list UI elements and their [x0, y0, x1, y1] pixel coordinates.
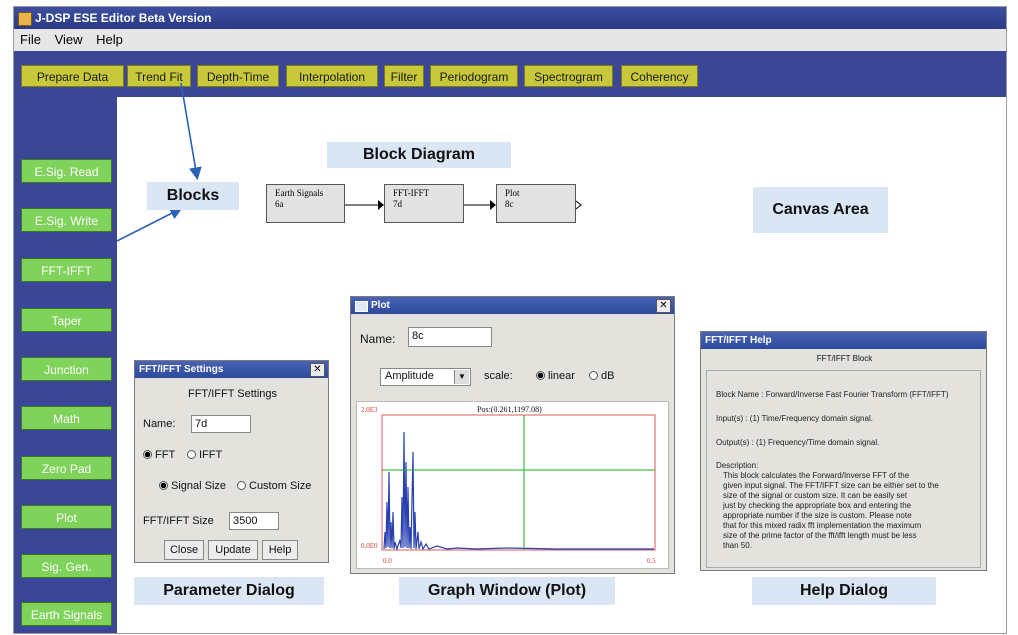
chevron-down-icon: ▼	[454, 370, 469, 384]
custom-size-radio[interactable]: Custom Size	[237, 480, 311, 492]
radio-unselected-icon	[589, 371, 598, 380]
plot-window-title: Plot	[371, 300, 390, 311]
help-inputs: Input(s) : (1) Time/Frequency domain sig…	[716, 414, 873, 423]
fft-radio-label: FFT	[155, 449, 176, 461]
help-description-line: This block calculates the Forward/Invers…	[723, 471, 910, 480]
help-content: Block Name : Forward/Inverse Fast Fourie…	[706, 370, 981, 568]
radio-selected-icon	[159, 481, 168, 490]
update-button[interactable]: Update	[208, 540, 258, 560]
signal-size-radio[interactable]: Signal Size	[159, 480, 226, 492]
dialog-title: FFT/IFFT Settings	[135, 361, 328, 378]
plot-window: Plot ✕ Name: 8c Amplitude ▼ scale: linea…	[350, 296, 675, 574]
size-label: FFT/IFFT Size	[143, 515, 214, 527]
radio-selected-icon	[536, 371, 545, 380]
signal-size-label: Signal Size	[171, 480, 227, 492]
fft-radio[interactable]: FFT	[143, 449, 175, 461]
help-description-line: that for this mixed radix fft implementa…	[723, 521, 922, 530]
help-outputs: Output(s) : (1) Frequency/Time domain si…	[716, 438, 880, 447]
plot-name-label: Name:	[360, 332, 396, 346]
name-input[interactable]: 7d	[191, 415, 251, 433]
db-radio[interactable]: dB	[589, 370, 614, 382]
close-icon[interactable]: ✕	[310, 363, 325, 377]
connection-arrowhead	[490, 200, 496, 210]
name-label: Name:	[143, 418, 176, 430]
block-name: Earth Signals	[275, 188, 324, 198]
help-block-name: Block Name : Forward/Inverse Fast Fourie…	[716, 390, 949, 399]
arrow-to-blocks	[180, 82, 202, 181]
annotation-help-dialog: Help Dialog	[752, 577, 936, 605]
radio-selected-icon	[143, 450, 152, 459]
plot-name-input[interactable]: 8c	[408, 327, 492, 347]
plot-window-icon	[355, 301, 368, 312]
db-label: dB	[601, 370, 615, 382]
plot-canvas	[381, 414, 656, 552]
ifft-radio-label: IFFT	[199, 449, 223, 461]
size-input[interactable]: 3500	[229, 512, 279, 530]
linear-radio[interactable]: linear	[536, 370, 575, 382]
help-description-line: just by checking the appropriate box and…	[723, 501, 912, 510]
linear-label: linear	[548, 370, 575, 382]
plot-title-bar: Plot	[351, 297, 674, 314]
annotation-canvas-area: Canvas Area	[753, 187, 888, 233]
help-heading: FFT/IFFT Block	[816, 354, 873, 363]
radio-unselected-icon	[187, 450, 196, 459]
block-connections	[345, 200, 582, 210]
ifft-radio[interactable]: IFFT	[187, 449, 222, 461]
help-description-line: appropriate number if the size is custom…	[723, 511, 912, 520]
dialog-heading: FFT/IFFT Settings	[187, 388, 278, 400]
annotation-block-diagram: Block Diagram	[327, 142, 511, 168]
dropdown-value: Amplitude	[385, 370, 434, 382]
help-title: FFT/IFFT Help	[701, 332, 986, 349]
plot-area[interactable]: 2.0E3 0.0E0 0.0 0.5 Pos:(0.261,1197.08)	[356, 401, 669, 569]
fft-settings-dialog: FFT/IFFT Settings ✕ FFT/IFFT Settings Na…	[134, 360, 329, 563]
plot-frame	[381, 414, 656, 551]
connection-arrowhead	[378, 200, 384, 210]
help-description-line: size of the prime factor of the fft/ifft…	[723, 531, 917, 540]
earth-signals-block[interactable]: Earth Signals 6a	[266, 184, 345, 223]
help-description-line: than 50.	[723, 541, 752, 550]
scale-label: scale:	[484, 370, 513, 382]
custom-size-label: Custom Size	[249, 480, 312, 492]
app-window: J-DSP ESE Editor Beta Version File View …	[13, 6, 1007, 634]
arrow-to-sidebar	[116, 207, 183, 242]
help-button[interactable]: Help	[262, 540, 298, 560]
close-button[interactable]: Close	[164, 540, 204, 560]
radio-unselected-icon	[237, 481, 246, 490]
help-description-line: given input signal. The FFT/IFFT size ca…	[723, 481, 939, 490]
close-icon[interactable]: ✕	[656, 299, 671, 313]
help-description-line: size of the signal or custom size. It ca…	[723, 491, 908, 500]
annotation-graph-window: Graph Window (Plot)	[399, 577, 615, 605]
annotation-blocks: Blocks	[147, 182, 239, 210]
block-id: 6a	[275, 199, 284, 209]
amplitude-dropdown[interactable]: Amplitude ▼	[380, 368, 471, 386]
annotation-parameter-dialog: Parameter Dialog	[134, 577, 324, 605]
help-dialog: FFT/IFFT Help FFT/IFFT Block Block Name …	[700, 331, 987, 571]
output-port-icon	[575, 200, 582, 210]
help-description-label: Description:	[716, 461, 759, 470]
signal-trace	[383, 431, 654, 552]
